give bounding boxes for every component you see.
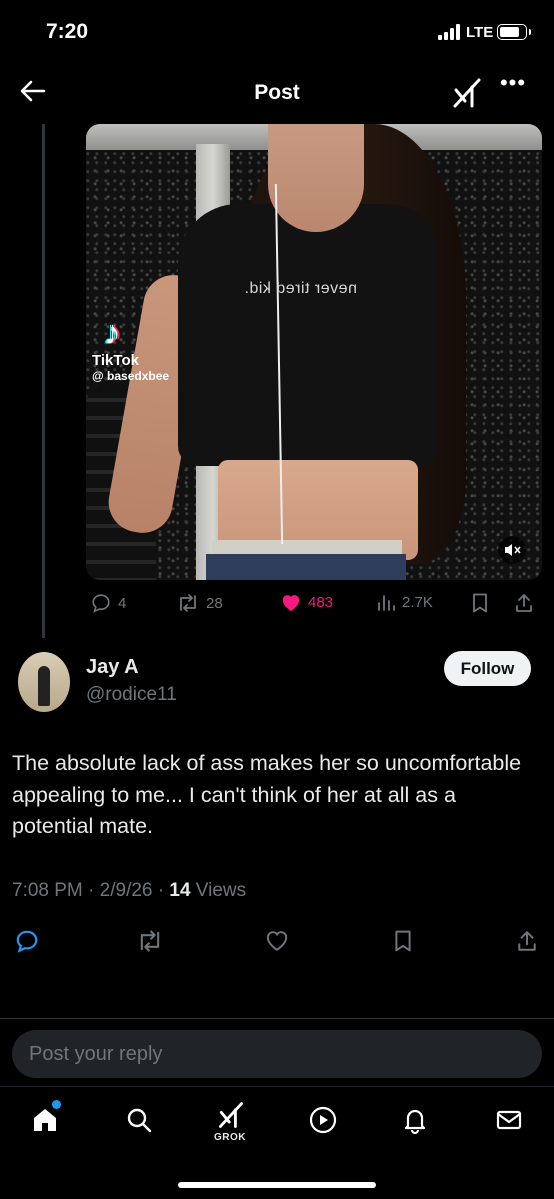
share-button[interactable] (514, 592, 534, 614)
jeans (206, 554, 406, 580)
post-text: The absolute lack of ass makes her so un… (12, 751, 522, 838)
engagement-row: 4 28 483 2.7K (0, 592, 554, 616)
like-count: 483 (308, 593, 334, 611)
avatar[interactable] (18, 652, 70, 712)
bookmark-icon[interactable] (392, 928, 414, 959)
status-bar: 7:20 LTE (0, 0, 554, 60)
home-indicator[interactable] (178, 1182, 376, 1188)
notification-dot (52, 1100, 61, 1109)
video-play-icon[interactable] (308, 1105, 338, 1140)
reply-count-button[interactable]: 4 (90, 592, 126, 614)
person-face (268, 124, 364, 232)
search-icon[interactable] (124, 1105, 154, 1140)
bell-icon[interactable] (400, 1105, 430, 1140)
grok-tab-label: GROK (214, 1132, 246, 1143)
shirt-print-text: never tired kid. (244, 280, 357, 297)
tiktok-watermark: ♪ TikTok @ basedxbee (92, 316, 169, 383)
author-name[interactable]: Jay A (86, 656, 139, 679)
author-handle[interactable]: @rodice11 (86, 684, 177, 706)
view-count-button[interactable]: 2.7K (376, 592, 433, 612)
analytics-icon (378, 595, 395, 611)
grok-icon[interactable] (450, 76, 484, 110)
repost-icon (180, 594, 196, 612)
thread-connector-line (42, 124, 45, 638)
reply-icon (92, 594, 110, 613)
battery-icon (497, 24, 531, 40)
post-date: 2/9/26 (99, 880, 153, 901)
speaker-muted-icon[interactable] (498, 536, 526, 564)
like-count-button[interactable]: 483 (280, 592, 333, 612)
tiktok-brand: TikTok (92, 352, 139, 369)
like-icon[interactable] (264, 928, 290, 957)
post-meta: 7:08 PM · 2/9/26 · 14 Views (12, 880, 247, 901)
divider (0, 1018, 554, 1019)
tiktok-handle: @ basedxbee (92, 369, 170, 383)
status-time: 7:20 (46, 20, 89, 43)
view-count: 2.7K (402, 593, 433, 611)
post-views-label: Views (195, 880, 247, 901)
person-shirt (178, 204, 438, 466)
more-options-icon[interactable]: ••• (496, 72, 530, 106)
tiktok-logo-icon: ♪ (104, 314, 121, 352)
repost-icon[interactable] (136, 928, 164, 959)
post-video[interactable]: never tired kid. ♪ TikTok @ basedxbee (86, 124, 542, 580)
heart-filled-icon (282, 595, 300, 612)
bookmark-button[interactable] (470, 592, 490, 614)
home-icon[interactable] (30, 1105, 60, 1140)
network-type: LTE (466, 24, 494, 41)
repost-count-button[interactable]: 28 (176, 592, 223, 614)
grok-tab-icon[interactable] (216, 1099, 246, 1136)
post-view-count: 14 (169, 880, 191, 901)
follow-button[interactable]: Follow (444, 651, 531, 686)
top-nav-bar: Post ••• (0, 60, 554, 124)
post-actions-row (0, 928, 554, 956)
post-time: 7:08 PM (12, 880, 83, 901)
reply-icon[interactable] (14, 928, 40, 959)
mail-icon[interactable] (494, 1105, 524, 1140)
bookmark-icon (473, 593, 487, 613)
share-icon[interactable] (516, 928, 538, 959)
share-icon (516, 594, 532, 612)
reply-input[interactable]: Post your reply (12, 1030, 542, 1078)
repost-count: 28 (206, 594, 223, 612)
reply-count: 4 (118, 594, 127, 612)
cellular-signal-icon (438, 24, 460, 40)
